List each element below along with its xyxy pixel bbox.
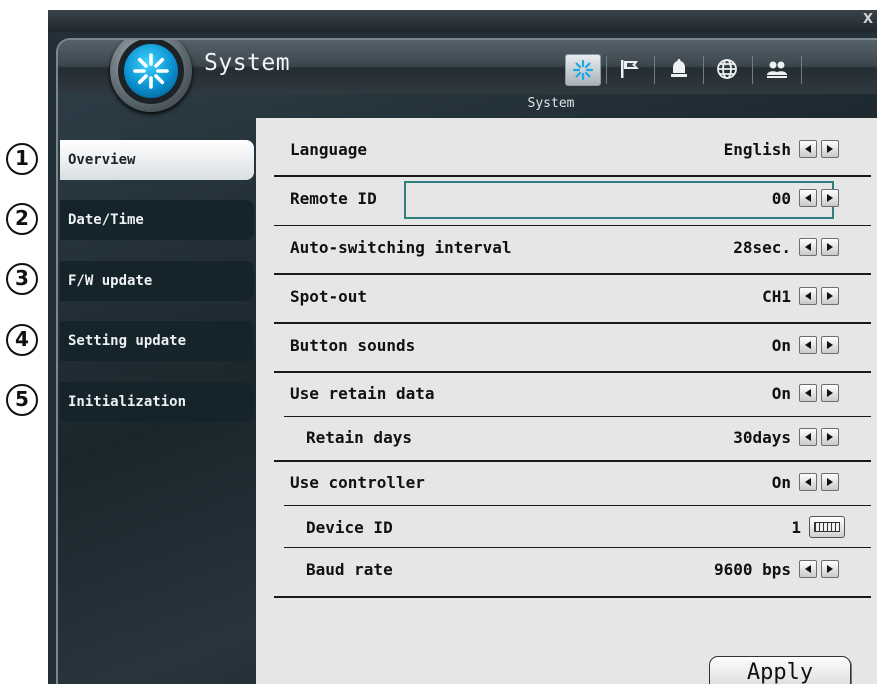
setting-row-baud-rate: Baud rate 9600 bps [274,548,855,596]
keyboard-icon[interactable] [809,516,845,538]
marker-2: 2 [6,203,38,235]
setting-row-use-controller: Use controller On [274,461,855,509]
setting-row-remote-id: Remote ID 00 [274,177,855,225]
arrow-left-icon[interactable] [799,336,817,354]
arrow-right-icon[interactable] [821,336,839,354]
setting-value: On [771,473,791,492]
setting-value: 30days [733,428,791,447]
apply-button[interactable]: Apply [709,656,851,684]
toolbar-separator [654,56,655,84]
arrow-right-icon[interactable] [821,473,839,491]
arrow-left-icon[interactable] [799,140,817,158]
arrow-left-icon[interactable] [799,428,817,446]
setting-label: Button sounds [290,336,416,355]
tab-initialization[interactable]: Initialization [60,382,254,422]
arrow-left-icon[interactable] [799,189,817,207]
window-top-bar: X [48,10,877,32]
setting-value: On [771,384,791,403]
system-window: X System System Overview Date/Time F/W u… [48,10,877,684]
setting-value: 00 [771,189,791,208]
arrow-right-icon[interactable] [821,238,839,256]
tab-date-time[interactable]: Date/Time [60,200,254,240]
value-selector [799,238,843,258]
setting-row-retain-days: Retain days 30days [274,416,855,464]
users-icon[interactable] [759,54,793,84]
toolbar-separator [703,56,704,84]
setting-label: Remote ID [290,189,377,208]
arrow-left-icon[interactable] [799,473,817,491]
setting-label: Retain days [306,428,412,447]
tab-overview[interactable]: Overview [60,140,254,180]
toolbar-separator [801,56,802,84]
marker-5: 5 [6,384,38,416]
setting-row-button-sounds: Button sounds On [274,324,855,372]
value-selector [799,473,843,493]
setting-value: 28sec. [733,238,791,257]
settings-content: Language English Remote ID 00 Auto-switc… [256,118,877,684]
value-selector [799,189,843,209]
setting-value: On [771,336,791,355]
arrow-right-icon[interactable] [821,287,839,305]
setting-value: CH1 [762,287,791,306]
page-title: System [204,50,291,76]
arrow-right-icon[interactable] [821,140,839,158]
setting-label: Auto-switching interval [290,238,512,257]
alarm-bell-icon[interactable] [662,54,696,84]
setting-row-language: Language English [274,128,855,176]
network-globe-icon[interactable] [710,54,744,84]
toolbar-separator [606,56,607,84]
setting-value: 9600 bps [713,560,791,579]
setting-value: 1 [791,518,801,537]
tab-setting-update[interactable]: Setting update [60,321,254,361]
arrow-left-icon[interactable] [799,238,817,256]
value-selector [799,336,843,356]
value-selector [799,428,843,448]
setting-row-auto-switching-interval: Auto-switching interval 28sec. [274,226,855,274]
setting-label: Use retain data [290,384,435,403]
setting-label: Spot-out [290,287,368,306]
tab-fw-update[interactable]: F/W update [60,261,254,301]
arrow-left-icon[interactable] [799,384,817,402]
system-panel: System System Overview Date/Time F/W upd… [56,38,877,684]
marker-3: 3 [6,263,38,295]
marker-1: 1 [6,143,38,175]
system-icon[interactable] [565,54,601,86]
setting-label: Baud rate [306,560,393,579]
remote-id-field[interactable] [404,181,834,219]
value-selector [799,140,843,160]
toolbar-separator [752,56,753,84]
close-button[interactable]: X [861,13,875,27]
value-selector [799,384,843,404]
arrow-right-icon[interactable] [821,560,839,578]
setting-row-spot-out: Spot-out CH1 [274,275,855,323]
arrow-left-icon[interactable] [799,287,817,305]
setting-row-use-retain-data: Use retain data On [274,372,855,420]
marker-4: 4 [6,324,38,356]
value-selector [799,287,843,307]
setting-label: Device ID [306,518,393,537]
value-selector [799,560,843,580]
row-divider [274,596,871,598]
setting-label: Use controller [290,473,425,492]
setting-value: English [723,140,791,159]
arrow-right-icon[interactable] [821,384,839,402]
setting-label: Language [290,140,368,159]
flag-icon[interactable] [612,54,646,84]
arrow-left-icon[interactable] [799,560,817,578]
section-subtitle: System [527,96,575,111]
header-bar: System [58,40,877,112]
arrow-right-icon[interactable] [821,428,839,446]
arrow-right-icon[interactable] [821,189,839,207]
